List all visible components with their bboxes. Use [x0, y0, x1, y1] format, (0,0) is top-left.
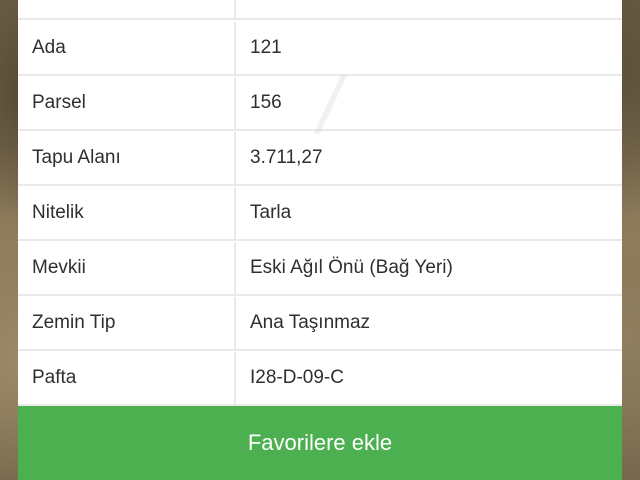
info-row-pafta: Pafta I28-D-09-C — [18, 352, 622, 406]
row-value: Eski Ağıl Önü (Bağ Yeri) — [250, 257, 453, 278]
row-value: 156 — [250, 92, 282, 113]
row-value: 3.711,27 — [250, 147, 323, 168]
info-row-mahalle-no: Mahalle No 14830 — [18, 0, 622, 20]
row-label: Pafta — [18, 352, 236, 404]
row-label: Parsel — [18, 77, 236, 129]
info-row-ada: Ada 121 — [18, 22, 622, 76]
row-value: 121 — [250, 37, 282, 58]
row-label: Zemin Tip — [18, 297, 236, 349]
info-row-tapu-alani: Tapu Alanı 3.711,27 — [18, 132, 622, 186]
add-to-favorites-button[interactable]: Favorilere ekle — [18, 406, 622, 480]
row-value: I28-D-09-C — [250, 367, 344, 388]
row-label: Tapu Alanı — [18, 132, 236, 184]
info-row-parsel: Parsel 156 — [18, 77, 622, 131]
row-label: Mahalle No — [18, 0, 236, 18]
info-row-nitelik: Nitelik Tarla — [18, 187, 622, 241]
row-value: Tarla — [250, 202, 292, 223]
row-value: Ana Taşınmaz — [250, 312, 371, 333]
parcel-info-card: Mahalle No 14830 Ada 121 Parsel 156 Tapu… — [18, 0, 622, 480]
row-value: 14830 — [236, 0, 303, 3]
info-row-mevkii: Mevkii Eski Ağıl Önü (Bağ Yeri) — [18, 242, 622, 296]
row-label: Mevkii — [18, 242, 236, 294]
row-label: Nitelik — [18, 187, 236, 239]
row-label: Ada — [18, 22, 236, 74]
info-row-zemin-tip: Zemin Tip Ana Taşınmaz — [18, 297, 622, 351]
